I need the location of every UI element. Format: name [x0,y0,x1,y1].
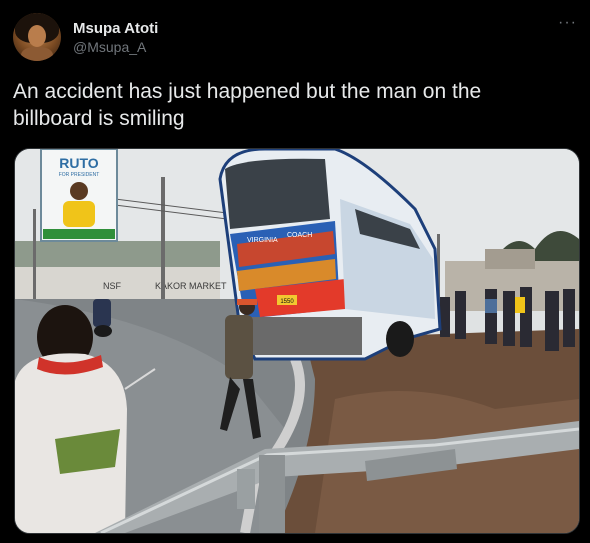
wall-sign-left: NSF [103,281,122,291]
billboard-title: RUTO [59,155,99,171]
avatar[interactable] [13,13,61,61]
bus-plate: 1550 [280,299,294,305]
wall-sign: KAKOR MARKET [155,281,227,291]
author-display-name[interactable]: Msupa Atoti [73,19,158,38]
tweet-text: An accident has just happened but the ma… [13,80,482,130]
tweet-card: Msupa Atoti @Msupa_A ··· An accident has… [0,0,590,543]
author-handle[interactable]: @Msupa_A [73,38,158,56]
bus-company-left: VIRGINIA [247,237,278,244]
tweet-photo[interactable]: NSF KAKOR MARKET RUTO FOR PRESIDENT VIRG… [14,148,580,534]
tweet-header: Msupa Atoti @Msupa_A [13,13,158,61]
bus-company-right: COACH [287,232,312,239]
more-options-icon[interactable]: ··· [558,14,577,32]
billboard-subtitle: FOR PRESIDENT [59,172,100,178]
accident-photo: NSF KAKOR MARKET RUTO FOR PRESIDENT VIRG… [15,149,579,533]
author-info: Msupa Atoti @Msupa_A [73,19,158,56]
